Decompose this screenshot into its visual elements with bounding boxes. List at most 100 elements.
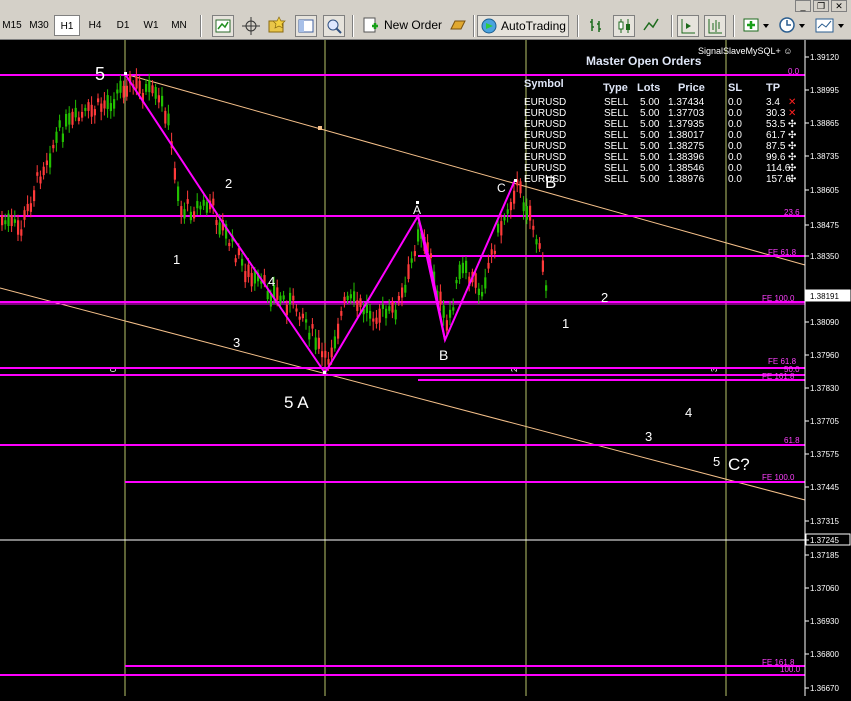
candle-body bbox=[359, 298, 362, 308]
price-axis[interactable]: 1.39120 1.38995 1.38865 1.38735 1.38605 1.384… bbox=[805, 53, 851, 693]
candle-body bbox=[180, 206, 183, 216]
new-order-button[interactable]: New Order bbox=[360, 15, 444, 37]
periods-clock-icon[interactable] bbox=[778, 15, 808, 37]
chart-properties-icon[interactable] bbox=[212, 15, 234, 37]
candle-body bbox=[215, 220, 218, 226]
candle-body bbox=[413, 251, 416, 257]
timeframe-m15-button[interactable]: M15 bbox=[0, 15, 24, 36]
order-row[interactable]: EURUSD SELL 5.00 1.37703 0.0 30.3 ✕ bbox=[520, 108, 800, 119]
candle-body bbox=[125, 85, 128, 97]
wave-label: C? bbox=[728, 455, 750, 474]
order-price-cell: 1.37703 bbox=[668, 108, 705, 119]
candle-body bbox=[289, 292, 292, 305]
restore-button[interactable]: ❐ bbox=[813, 0, 829, 12]
candle-body bbox=[29, 203, 32, 212]
templates-menu-icon[interactable] bbox=[814, 15, 848, 37]
order-row[interactable]: EURUSD SELL 5.00 1.37434 0.0 3.4 ✕ bbox=[520, 97, 800, 108]
wave-point[interactable] bbox=[514, 179, 517, 182]
timeframe-h1-button[interactable]: H1 bbox=[54, 15, 80, 36]
price-axis-label: 1.38475 bbox=[810, 221, 839, 230]
navigator-icon[interactable] bbox=[295, 15, 317, 37]
order-lots-cell: 5.00 bbox=[640, 141, 660, 152]
trend-channel-lower[interactable] bbox=[0, 287, 806, 501]
wave-zigzag-line[interactable] bbox=[124, 73, 516, 375]
candle-body bbox=[87, 102, 90, 111]
price-axis-label: 1.36930 bbox=[810, 617, 839, 626]
close-order-icon[interactable]: ✕ bbox=[788, 108, 796, 119]
modify-order-icon[interactable]: ✣ bbox=[788, 130, 796, 141]
crosshair-icon[interactable] bbox=[240, 15, 262, 37]
candle-body bbox=[116, 89, 119, 94]
order-symbol-cell: EURUSD bbox=[524, 152, 567, 163]
bar-chart-icon[interactable] bbox=[586, 15, 608, 37]
timeframe-w1-button[interactable]: W1 bbox=[138, 15, 164, 36]
timeframe-mn-button[interactable]: MN bbox=[166, 15, 192, 36]
order-row[interactable]: EURUSD SELL 5.00 1.37935 0.0 53.5 ✣ bbox=[520, 119, 800, 130]
minimize-button[interactable]: _ bbox=[795, 0, 811, 12]
price-axis-label: 1.38735 bbox=[810, 152, 839, 161]
candle-body bbox=[305, 319, 308, 323]
price-axis-label: 1.37830 bbox=[810, 384, 839, 393]
candle-body bbox=[202, 199, 205, 206]
modify-order-icon[interactable]: ✣ bbox=[788, 141, 796, 152]
autoscroll-icon[interactable] bbox=[704, 15, 726, 37]
line-chart-icon[interactable] bbox=[641, 15, 663, 37]
candle-body bbox=[52, 144, 55, 149]
price-axis-label: 1.37060 bbox=[810, 584, 839, 593]
candle-body bbox=[106, 95, 109, 109]
gold-bar-icon[interactable] bbox=[448, 15, 470, 37]
candle-body bbox=[285, 304, 288, 316]
wave-label: B bbox=[439, 347, 448, 363]
modify-order-icon[interactable]: ✣ bbox=[788, 152, 796, 163]
candle-body bbox=[84, 107, 87, 111]
toolbar-separator bbox=[473, 15, 475, 37]
candle-body bbox=[509, 202, 512, 211]
candle-body bbox=[503, 217, 506, 221]
order-row[interactable]: EURUSD SELL 5.00 1.38546 0.0 114.6 ✣ bbox=[520, 163, 800, 174]
price-axis-label: 1.37960 bbox=[810, 351, 839, 360]
candle-body bbox=[81, 111, 84, 118]
wave-point[interactable] bbox=[323, 371, 326, 374]
order-row[interactable]: EURUSD SELL 5.00 1.38017 0.0 61.7 ✣ bbox=[520, 130, 800, 141]
modify-order-icon[interactable]: ✣ bbox=[788, 119, 796, 130]
candle-body bbox=[349, 294, 352, 299]
candlestick-icon[interactable] bbox=[613, 15, 635, 37]
order-row[interactable]: EURUSD SELL 5.00 1.38275 0.0 87.5 ✣ bbox=[520, 141, 800, 152]
candle-body bbox=[461, 262, 464, 274]
candle-body bbox=[477, 288, 480, 295]
timeframe-d1-button[interactable]: D1 bbox=[110, 15, 136, 36]
candle-body bbox=[458, 264, 461, 280]
modify-order-icon[interactable]: ✣ bbox=[788, 174, 796, 185]
candle-body bbox=[356, 300, 359, 311]
timeframe-h4-button[interactable]: H4 bbox=[82, 15, 108, 36]
order-price-cell: 1.38017 bbox=[668, 130, 705, 141]
trend-anchor-point[interactable] bbox=[318, 126, 322, 130]
order-tp-cell: 99.6 bbox=[766, 152, 786, 163]
candle-body bbox=[490, 249, 493, 255]
templates-icon[interactable] bbox=[267, 15, 289, 37]
close-button[interactable]: ✕ bbox=[831, 0, 847, 12]
candle-body bbox=[234, 258, 237, 263]
close-order-icon[interactable]: ✕ bbox=[788, 97, 796, 108]
autotrading-button[interactable]: AutoTrading bbox=[477, 15, 569, 37]
zoom-icon[interactable] bbox=[323, 15, 345, 37]
order-lots-cell: 5.00 bbox=[640, 130, 660, 141]
candle-body bbox=[401, 287, 404, 298]
wave-point[interactable] bbox=[124, 72, 127, 75]
candle-body bbox=[183, 209, 186, 219]
candle-body bbox=[535, 239, 538, 245]
orders-header-type: Type bbox=[603, 82, 628, 94]
order-tp-cell: 61.7 bbox=[766, 130, 786, 141]
wave-label: 1 bbox=[173, 252, 180, 267]
order-sl-cell: 0.0 bbox=[728, 141, 742, 152]
timeframe-m30-button[interactable]: M30 bbox=[26, 15, 52, 36]
candle-body bbox=[36, 172, 39, 176]
indicators-icon[interactable] bbox=[742, 15, 772, 37]
fib-level-label: FE 100.0 bbox=[762, 473, 795, 482]
order-row[interactable]: EURUSD SELL 5.00 1.38976 0.0 157.6 ✣ bbox=[520, 174, 800, 185]
shift-icon[interactable] bbox=[677, 15, 699, 37]
candle-body bbox=[13, 219, 16, 223]
modify-order-icon[interactable]: ✣ bbox=[788, 163, 796, 174]
order-row[interactable]: EURUSD SELL 5.00 1.38396 0.0 99.6 ✣ bbox=[520, 152, 800, 163]
order-symbol-cell: EURUSD bbox=[524, 108, 567, 119]
